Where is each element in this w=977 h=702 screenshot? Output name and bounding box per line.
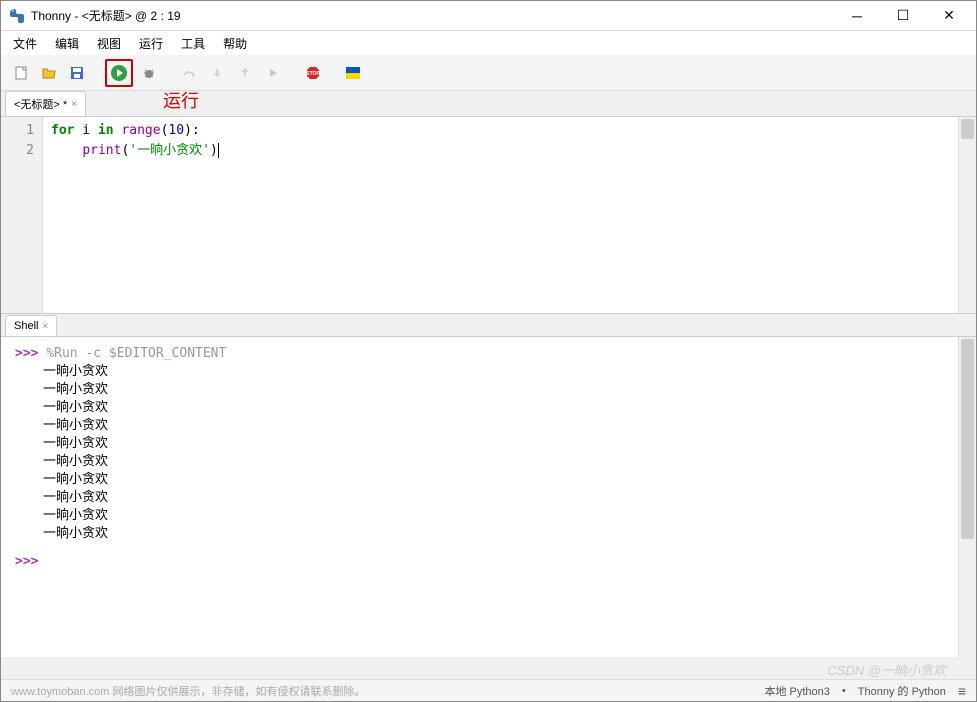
bug-icon <box>141 65 157 81</box>
tab-close-icon[interactable]: × <box>42 321 48 332</box>
shell-command: %Run -c $EDITOR_CONTENT <box>46 346 226 361</box>
flag-icon <box>345 65 361 81</box>
window-titlebar: Thonny - <无标题> @ 2 : 19 ─ ☐ ✕ <box>1 1 976 31</box>
watermark: CSDN @一晌小贪欢 <box>827 660 946 679</box>
step-out-icon <box>237 65 253 81</box>
window-controls: ─ ☐ ✕ <box>834 1 972 31</box>
editor-tabbar: <无标题> * × <box>1 91 976 117</box>
shell-prompt: >>> <box>15 554 38 569</box>
toolbar: STOP <box>1 55 976 91</box>
play-icon <box>110 64 128 82</box>
code-content[interactable]: for i in range(10): print('一晌小贪欢') <box>43 117 958 313</box>
shell-output-line: 一晌小贪欢 <box>15 489 962 507</box>
svg-text:STOP: STOP <box>306 71 320 77</box>
menu-file[interactable]: 文件 <box>5 32 45 55</box>
open-folder-icon <box>41 65 57 81</box>
resume-icon <box>265 65 281 81</box>
app-icon <box>9 8 25 24</box>
step-into-button[interactable] <box>205 61 229 85</box>
menu-run[interactable]: 运行 <box>131 32 171 55</box>
resume-button[interactable] <box>261 61 285 85</box>
minimize-button[interactable]: ─ <box>834 1 880 31</box>
editor-scrollbar[interactable] <box>958 117 976 313</box>
open-file-button[interactable] <box>37 61 61 85</box>
stop-icon: STOP <box>305 65 321 81</box>
shell-output-line: 一晌小贪欢 <box>15 471 962 489</box>
tab-close-icon[interactable]: × <box>71 99 77 110</box>
shell-output-line: 一晌小贪欢 <box>15 363 962 381</box>
menu-tools[interactable]: 工具 <box>173 32 213 55</box>
window-title: Thonny - <无标题> @ 2 : 19 <box>31 7 834 24</box>
step-over-icon <box>181 65 197 81</box>
menu-edit[interactable]: 编辑 <box>47 32 87 55</box>
menu-view[interactable]: 视图 <box>89 32 129 55</box>
shell-output: 一晌小贪欢一晌小贪欢一晌小贪欢一晌小贪欢一晌小贪欢一晌小贪欢一晌小贪欢一晌小贪欢… <box>15 363 962 543</box>
interpreter-label-2[interactable]: Thonny 的 Python <box>858 683 946 699</box>
shell-output-line: 一晌小贪欢 <box>15 417 962 435</box>
shell-output-line: 一晌小贪欢 <box>15 453 962 471</box>
new-file-icon <box>13 65 29 81</box>
line-gutter: 1 2 <box>1 117 43 313</box>
close-button[interactable]: ✕ <box>926 1 972 31</box>
maximize-button[interactable]: ☐ <box>880 1 926 31</box>
scroll-thumb[interactable] <box>961 119 974 139</box>
editor-tab[interactable]: <无标题> * × <box>5 91 86 116</box>
shell-output-line: 一晌小贪欢 <box>15 381 962 399</box>
editor-tab-label: <无标题> * <box>14 96 67 112</box>
run-button[interactable] <box>105 59 133 87</box>
step-into-icon <box>209 65 225 81</box>
code-editor[interactable]: 1 2 for i in range(10): print('一晌小贪欢') <box>1 117 976 313</box>
save-icon <box>69 65 85 81</box>
new-file-button[interactable] <box>9 61 33 85</box>
shell-output-line: 一晌小贪欢 <box>15 507 962 525</box>
scroll-thumb[interactable] <box>961 339 974 539</box>
step-out-button[interactable] <box>233 61 257 85</box>
footer-notice: www.toymoban.com 网络图片仅供展示，非存储，如有侵权请联系删除。 <box>11 683 764 699</box>
shell-output-line: 一晌小贪欢 <box>15 399 962 417</box>
menu-help[interactable]: 帮助 <box>215 32 255 55</box>
menu-icon[interactable]: ≡ <box>958 683 966 699</box>
shell-output-line: 一晌小贪欢 <box>15 525 962 543</box>
menubar: 文件 编辑 视图 运行 工具 帮助 <box>1 31 976 55</box>
step-over-button[interactable] <box>177 61 201 85</box>
shell-scrollbar[interactable] <box>958 337 976 657</box>
interpreter-label-1[interactable]: 本地 Python3 <box>764 683 829 699</box>
shell-tab-label: Shell <box>14 320 38 332</box>
debug-button[interactable] <box>137 61 161 85</box>
save-button[interactable] <box>65 61 89 85</box>
shell-tabbar: Shell × <box>1 313 976 337</box>
shell-tab[interactable]: Shell × <box>5 315 57 336</box>
shell-output-line: 一晌小贪欢 <box>15 435 962 453</box>
line-number: 1 <box>5 121 34 141</box>
support-ukraine-button[interactable] <box>341 61 365 85</box>
line-number: 2 <box>5 141 34 161</box>
shell-prompt: >>> <box>15 346 46 361</box>
run-annotation: 运行 <box>163 87 199 113</box>
statusbar: www.toymoban.com 网络图片仅供展示，非存储，如有侵权请联系删除。… <box>1 679 976 701</box>
stop-button[interactable]: STOP <box>301 61 325 85</box>
shell-panel[interactable]: >>> %Run -c $EDITOR_CONTENT 一晌小贪欢一晌小贪欢一晌… <box>1 337 976 657</box>
text-cursor <box>218 143 219 158</box>
